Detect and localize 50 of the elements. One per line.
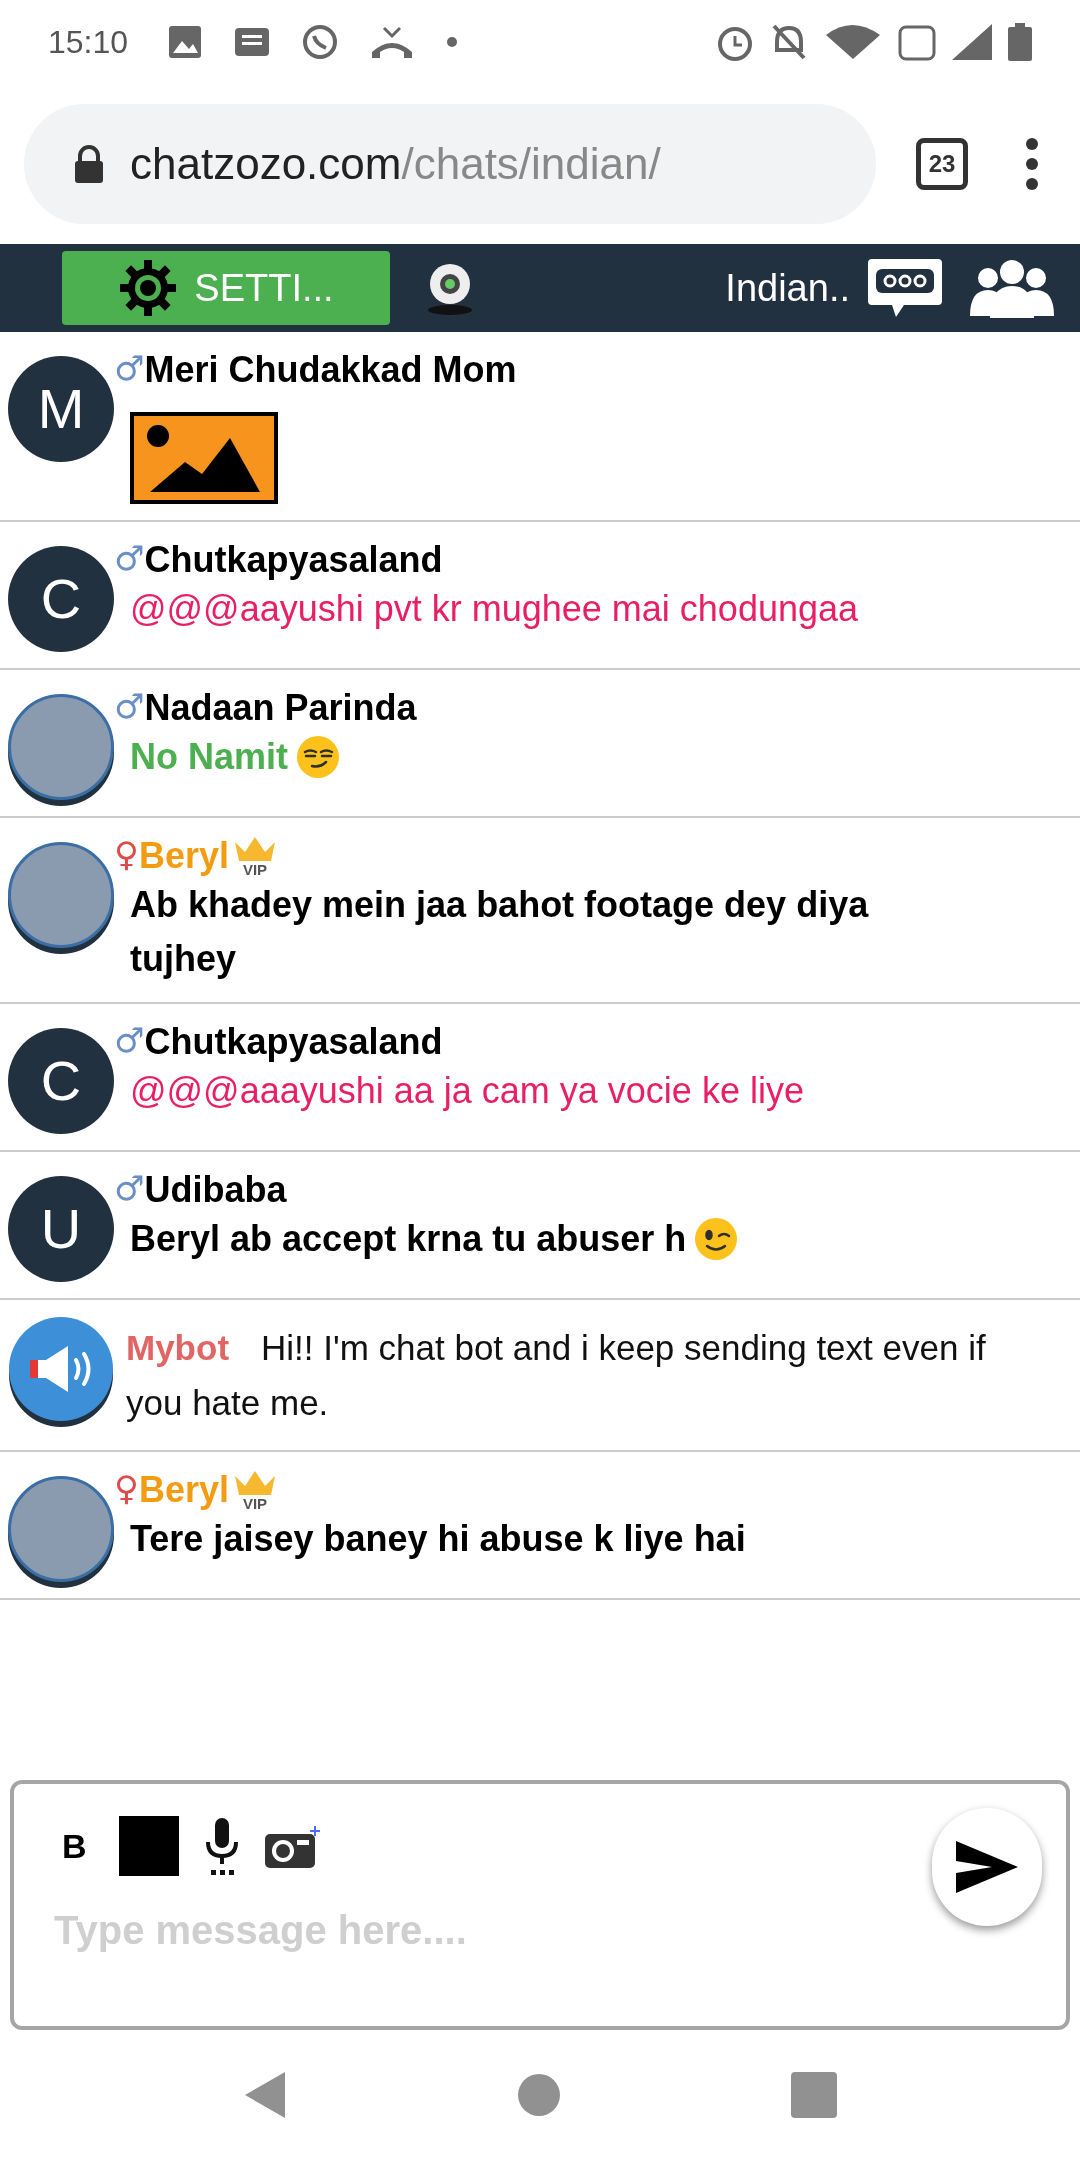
url-text: chatzozo.com/chats/indian/ [130, 138, 661, 190]
message-text: No Namit [130, 735, 288, 779]
gender-symbol: ♂ [114, 686, 145, 726]
image-placeholder-icon[interactable] [130, 412, 278, 504]
username[interactable]: Chutkapyasaland [144, 538, 443, 582]
room-name: Indian.. [725, 265, 850, 311]
camera-icon[interactable] [264, 1824, 321, 1868]
signal-icon [952, 24, 992, 60]
back-nav-icon[interactable] [243, 2070, 287, 2120]
users-icon[interactable] [968, 258, 1056, 318]
tab-switcher-button[interactable]: 23 [916, 138, 968, 190]
gear-icon [118, 258, 179, 318]
gender-symbol: ♀ [114, 834, 139, 874]
username[interactable]: Meri Chudakkad Mom [144, 348, 517, 392]
missed-call-icon [370, 26, 415, 58]
gender-symbol: ♂ [114, 538, 145, 578]
gender-symbol: ♂ [114, 1020, 145, 1060]
message-text: Beryl ab accept krna tu abuser h [130, 1217, 687, 1261]
lock-icon [72, 144, 106, 184]
color-picker-button[interactable] [118, 1816, 179, 1876]
letter-avatar[interactable]: U [8, 1176, 114, 1282]
message-text: @@@aayushi pvt kr mughee mai chodungaa [130, 587, 858, 631]
chat-app-notification-icon [302, 24, 339, 60]
gender-symbol: ♀ [114, 1468, 139, 1508]
bold-button[interactable]: B [54, 1820, 95, 1872]
megaphone-avatar-icon[interactable] [8, 1316, 114, 1428]
gender-symbol: ♂ [114, 348, 145, 388]
send-icon [954, 1839, 1020, 1895]
send-button[interactable] [932, 1808, 1042, 1926]
more-options-icon[interactable] [1024, 137, 1040, 191]
home-nav-icon[interactable] [517, 2073, 561, 2117]
gender-symbol: ♂ [114, 1168, 145, 1208]
address-bar[interactable]: chatzozo.com/chats/indian/ [24, 104, 876, 224]
letter-avatar[interactable]: M [8, 356, 114, 462]
username[interactable]: Nadaan Parinda [144, 686, 417, 730]
letter-avatar[interactable]: C [8, 1028, 114, 1134]
wifi-icon [824, 25, 882, 59]
letter-avatar[interactable]: C [8, 546, 114, 652]
username[interactable]: Udibaba [144, 1168, 287, 1212]
bot-message: Mybot Hi!! I'm chat bot and i keep sending text even if you hate me. [126, 1327, 987, 1424]
message-text: Ab khadey mein jaa bahot footage dey diya tujhey [130, 883, 870, 981]
muted-bell-icon [770, 23, 808, 61]
message-text: @@@aaayushi aa ja cam ya vocie ke liye [130, 1069, 804, 1113]
message-text: Tere jaisey baney hi abuse k liye hai [130, 1517, 746, 1561]
battery-icon [1008, 23, 1032, 61]
status-time: 15:10 [48, 23, 129, 62]
image-notification-icon [168, 25, 203, 59]
dot-icon [446, 36, 459, 48]
message-notification-icon [234, 27, 271, 57]
username[interactable]: Chutkapyasaland [144, 1020, 443, 1064]
